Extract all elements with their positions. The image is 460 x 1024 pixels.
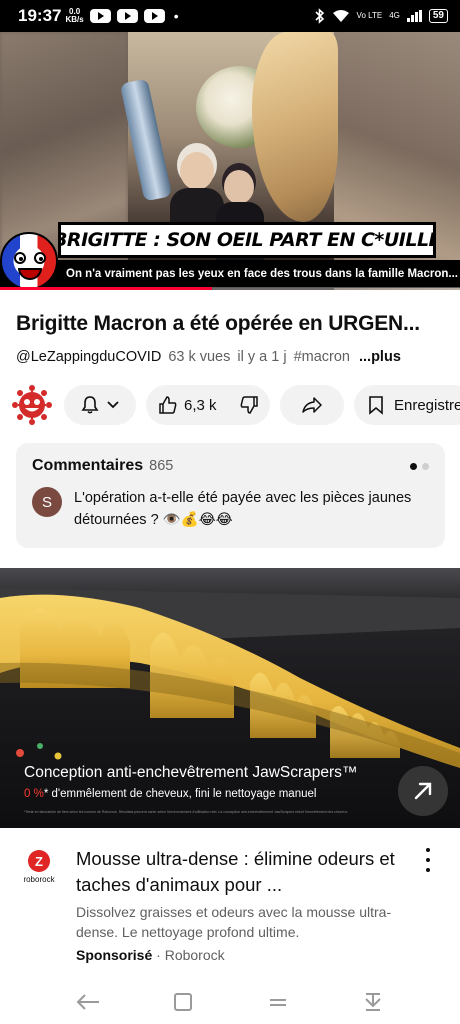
system-nav-bar xyxy=(0,980,460,1024)
battery-icon: 59 xyxy=(428,9,448,23)
status-bar: 19:37 0.0 KB/s • Vo LTE 4G 59 xyxy=(0,0,460,32)
ad-open-button[interactable] xyxy=(398,766,448,816)
ad-fine-print: *Testé en laboratoire de tiers selon les… xyxy=(24,810,349,814)
video-subtitle: On n'a vraiment pas les yeux en face des… xyxy=(0,260,460,288)
status-icons: Vo LTE 4G 59 xyxy=(314,8,448,24)
video-banner: BRIGITTE : SON OEIL PART EN C*UILLE xyxy=(58,222,436,258)
channel-handle[interactable]: @LeZappingduCOVID xyxy=(16,349,161,365)
hashtag-link[interactable]: #macron xyxy=(294,349,350,365)
chevron-down-icon xyxy=(107,401,119,409)
ad-media-title: Conception anti-enchevêtrement JawScrape… xyxy=(24,764,358,781)
comments-count: 865 xyxy=(149,458,174,474)
advertiser-logo[interactable]: Z roborock xyxy=(14,850,64,890)
home-icon[interactable] xyxy=(168,987,198,1017)
bluetooth-icon xyxy=(314,8,324,24)
sponsored-label: Sponsorisé xyxy=(76,947,153,963)
like-dislike-group: 6,3 k xyxy=(146,385,270,425)
hide-nav-icon[interactable] xyxy=(358,987,388,1017)
ad-media-subtitle-text: * d'emmêlement de cheveux, fini le netto… xyxy=(43,788,317,800)
advertiser-logo-mark: Z xyxy=(28,850,50,872)
share-icon xyxy=(302,397,322,413)
top-comment: S L'opération a-t-elle été payée avec le… xyxy=(32,487,429,531)
bell-icon xyxy=(81,396,99,414)
back-icon[interactable] xyxy=(73,987,103,1017)
virus-avatar-icon xyxy=(12,385,52,425)
ad-description: Dissolvez graisses et odeurs avec la mou… xyxy=(76,904,392,940)
comments-title: Commentaires xyxy=(32,457,144,474)
dislike-button[interactable] xyxy=(239,395,259,415)
channel-avatar[interactable] xyxy=(10,383,54,427)
youtube-icon xyxy=(143,9,165,23)
upload-age: il y a 1 j xyxy=(237,349,287,365)
youtube-icon xyxy=(116,9,138,23)
sponsor-separator: · xyxy=(152,947,165,963)
comments-page-indicator xyxy=(410,462,429,470)
more-link[interactable]: ...plus xyxy=(359,349,401,365)
advertiser-logo-word: roborock xyxy=(23,875,55,884)
ad-title[interactable]: Mousse ultra-dense : élimine odeurs et t… xyxy=(76,846,406,898)
net-speed-unit: KB/s xyxy=(65,15,84,24)
more-vert-icon[interactable] xyxy=(418,848,438,872)
video-progress-fill xyxy=(0,287,212,290)
advertiser-name: Roborock xyxy=(164,947,225,963)
ad-sponsor-line: Sponsorisé · Roborock xyxy=(76,947,225,963)
video-progress-bar[interactable] xyxy=(0,287,460,290)
ad-info[interactable]: Z roborock Mousse ultra-dense : élimine … xyxy=(0,830,460,980)
like-button[interactable]: 6,3 k xyxy=(158,395,217,415)
youtube-icon xyxy=(89,9,111,23)
ad-media-subtitle: 0 %* d'emmêlement de cheveux, fini le ne… xyxy=(24,788,316,800)
thumb-down-icon xyxy=(240,396,258,414)
video-meta: @LeZappingduCOVID 63 k vues il y a 1 j #… xyxy=(16,349,444,365)
avatar: S xyxy=(32,487,62,517)
like-count: 6,3 k xyxy=(184,396,217,414)
video-player[interactable]: BRIGITTE : SON OEIL PART EN C*UILLE On n… xyxy=(0,32,460,290)
video-details[interactable]: Brigitte Macron a été opérée en URGEN...… xyxy=(0,292,460,372)
notifications-button[interactable] xyxy=(64,385,136,425)
notification-dot: • xyxy=(173,8,179,24)
network-type: 4G xyxy=(389,11,400,20)
recents-icon[interactable] xyxy=(263,987,293,1017)
share-button[interactable] xyxy=(280,385,344,425)
top-comment-text: L'opération a-t-elle été payée avec les … xyxy=(74,490,412,528)
video-title[interactable]: Brigitte Macron a été opérée en URGEN... xyxy=(16,312,444,336)
save-label: Enregistrer xyxy=(394,396,460,414)
ad-media-percent: 0 % xyxy=(24,788,44,800)
comments-header: Commentaires 865 xyxy=(32,457,429,475)
thumb-up-icon xyxy=(159,396,177,414)
wifi-icon xyxy=(332,10,349,22)
comments-teaser[interactable]: Commentaires 865 S L'opération a-t-elle … xyxy=(16,443,445,548)
volte-label: Vo LTE xyxy=(356,11,383,20)
screen: 19:37 0.0 KB/s • Vo LTE 4G 59 BRIGITTE :… xyxy=(0,0,460,1024)
channel-mascot xyxy=(0,232,58,290)
net-speed: 0.0 KB/s xyxy=(65,8,83,24)
open-external-icon xyxy=(414,782,432,800)
status-time: 19:37 xyxy=(18,6,62,25)
view-count: 63 k vues xyxy=(168,349,231,365)
bookmark-icon xyxy=(369,396,383,415)
signal-icon xyxy=(406,10,422,22)
save-button[interactable]: Enregistrer xyxy=(354,385,460,425)
action-row: 6,3 k Enregistrer xyxy=(0,383,460,427)
ad-media[interactable]: Conception anti-enchevêtrement JawScrape… xyxy=(0,568,460,828)
